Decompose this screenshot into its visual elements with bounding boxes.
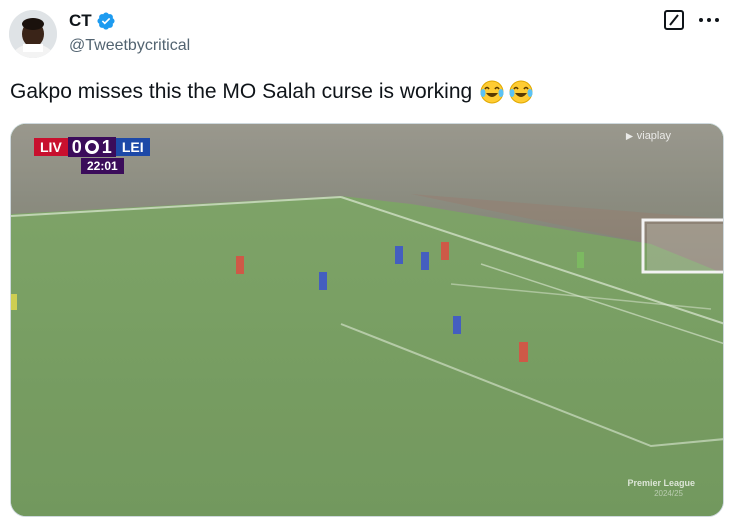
- avatar-image: [9, 10, 57, 58]
- grok-slash-icon[interactable]: [664, 10, 684, 30]
- tweet-text: Gakpo misses this the MO Salah curse is …: [10, 80, 473, 103]
- season-watermark: 2024/25: [654, 489, 683, 498]
- scorebug: LIV 0 1 LEI: [34, 137, 150, 157]
- face-with-tears-of-joy-icon: [508, 79, 534, 105]
- score-box: 0 1: [67, 137, 116, 157]
- premier-league-lion-icon: [84, 140, 99, 154]
- home-score: 0: [71, 137, 82, 157]
- tweet-media-video[interactable]: LIV 0 1 LEI 22:01 viaplay Premier League…: [10, 123, 724, 517]
- broadcaster-name: viaplay: [636, 130, 671, 142]
- broadcaster-watermark: viaplay: [625, 130, 671, 142]
- away-team-label: LEI: [115, 138, 150, 156]
- author-display-name[interactable]: CT: [69, 11, 92, 31]
- tweet-text-row: Gakpo misses this the MO Salah curse is …: [10, 78, 534, 106]
- play-icon: [625, 132, 633, 140]
- match-clock: 22:01: [81, 158, 124, 174]
- verified-badge-icon: [97, 12, 115, 30]
- home-team-label: LIV: [34, 138, 68, 156]
- tweet-card: CT @Tweetbycritical Gakpo misses this th…: [0, 0, 730, 524]
- tweet-top-actions: [664, 10, 720, 30]
- face-with-tears-of-joy-icon: [479, 79, 505, 105]
- author-handle[interactable]: @Tweetbycritical: [69, 36, 190, 56]
- author-name-row[interactable]: CT: [69, 11, 116, 31]
- competition-watermark: Premier League: [627, 478, 695, 488]
- more-dots-icon[interactable]: [698, 10, 720, 30]
- away-score: 1: [101, 137, 112, 157]
- avatar[interactable]: [9, 10, 57, 58]
- football-pitch-frame: [11, 124, 723, 516]
